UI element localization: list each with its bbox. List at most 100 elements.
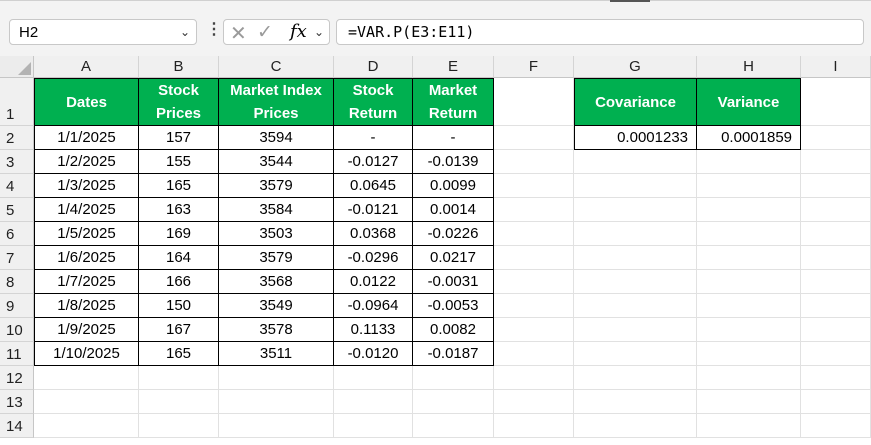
table-cell[interactable]: 1/8/2025 [34,294,139,318]
grid-cell[interactable] [697,294,801,318]
grid-cell[interactable] [801,198,871,222]
column-header-g[interactable]: G [574,56,697,78]
grid-cell[interactable] [494,222,574,246]
table-cell[interactable]: 165 [139,342,219,366]
row-header-14[interactable]: 14 [0,414,34,438]
row-header-3[interactable]: 3 [0,150,34,174]
grid-cell[interactable] [139,366,219,390]
table-cell[interactable]: 3544 [219,150,334,174]
table-cell[interactable]: 165 [139,174,219,198]
table-cell[interactable]: -0.0031 [413,270,494,294]
grid-cell[interactable] [574,342,697,366]
grid-cell[interactable] [574,174,697,198]
table-cell[interactable]: 0.0645 [334,174,413,198]
grid-cell[interactable] [139,414,219,438]
table-cell[interactable]: 166 [139,270,219,294]
grid-cell[interactable] [34,390,139,414]
table-cell[interactable]: 1/7/2025 [34,270,139,294]
table-cell[interactable]: 3594 [219,126,334,150]
table-cell[interactable]: 157 [139,126,219,150]
table-cell[interactable]: 3503 [219,222,334,246]
table-cell[interactable]: 169 [139,222,219,246]
grid-cell[interactable] [34,366,139,390]
table-header-e[interactable]: Market Return [413,78,494,126]
table-cell[interactable]: 3579 [219,174,334,198]
table-cell[interactable]: 0.0014 [413,198,494,222]
grid-cell[interactable] [413,366,494,390]
grid-cell[interactable] [801,390,871,414]
name-box[interactable]: H2 ⌄ [9,19,197,45]
table-cell[interactable]: 1/6/2025 [34,246,139,270]
grid-cell[interactable] [574,246,697,270]
row-header-5[interactable]: 5 [0,198,34,222]
grid-cell[interactable] [574,270,697,294]
grid-cell[interactable] [334,414,413,438]
table-cell[interactable]: 1/4/2025 [34,198,139,222]
table-cell[interactable]: -0.0139 [413,150,494,174]
grid-cell[interactable] [801,150,871,174]
grid-cell[interactable] [697,270,801,294]
table-cell[interactable]: 3578 [219,318,334,342]
grid-cell[interactable] [494,150,574,174]
table-cell[interactable]: 3579 [219,246,334,270]
grid-cell[interactable] [801,246,871,270]
table-cell[interactable]: 1/3/2025 [34,174,139,198]
grid-cell[interactable] [494,198,574,222]
grid-cell[interactable] [34,414,139,438]
grid-cell[interactable] [574,366,697,390]
column-header-e[interactable]: E [413,56,494,78]
grid-cell[interactable] [494,174,574,198]
table-cell[interactable]: - [413,126,494,150]
table-cell[interactable]: 3584 [219,198,334,222]
table-cell[interactable]: 3568 [219,270,334,294]
insert-function-icon[interactable]: fx [290,21,307,42]
grid-cell[interactable] [801,318,871,342]
grid-cell[interactable] [139,390,219,414]
table-cell[interactable]: -0.0226 [413,222,494,246]
grid-cell[interactable] [574,390,697,414]
grid-cell[interactable] [801,342,871,366]
grid-cell[interactable] [801,126,871,150]
row-header-1[interactable]: 1 [0,78,34,126]
grid-cell[interactable] [334,390,413,414]
chevron-down-icon[interactable]: ⌄ [180,25,190,39]
grid-cell[interactable] [494,78,574,126]
grid-cell[interactable] [494,294,574,318]
column-header-h[interactable]: H [697,56,801,78]
table-cell[interactable]: 163 [139,198,219,222]
table-cell[interactable]: -0.0187 [413,342,494,366]
grid-cell[interactable] [801,270,871,294]
row-header-2[interactable]: 2 [0,126,34,150]
column-header-i[interactable]: I [801,56,871,78]
grid-cell[interactable] [801,294,871,318]
column-header-f[interactable]: F [494,56,574,78]
table-cell[interactable]: - [334,126,413,150]
grid-cell[interactable] [494,390,574,414]
summary-header-variance[interactable]: Variance [697,78,801,126]
summary-value-variance[interactable]: 0.0001859 [697,126,801,150]
grid-cell[interactable] [494,414,574,438]
grid-cell[interactable] [697,198,801,222]
grid-cell[interactable] [574,150,697,174]
grid-cell[interactable] [574,198,697,222]
grid-cell[interactable] [219,390,334,414]
grid-cell[interactable] [494,342,574,366]
table-cell[interactable]: 150 [139,294,219,318]
row-header-12[interactable]: 12 [0,366,34,390]
grid-cell[interactable] [801,414,871,438]
check-icon[interactable]: ✓ [257,21,273,44]
summary-value-covariance[interactable]: 0.0001233 [574,126,697,150]
formula-input[interactable]: =VAR.P(E3:E11) [336,19,864,45]
table-cell[interactable]: 1/2/2025 [34,150,139,174]
grid-cell[interactable] [574,222,697,246]
grid-cell[interactable] [801,222,871,246]
grid-cell[interactable] [801,366,871,390]
grid-cell[interactable] [697,222,801,246]
more-options-icon[interactable]: ⋮ [206,22,222,38]
grid-cell[interactable] [494,246,574,270]
summary-header-covariance[interactable]: Covariance [574,78,697,126]
table-cell[interactable]: -0.0053 [413,294,494,318]
row-header-9[interactable]: 9 [0,294,34,318]
grid-cell[interactable] [413,414,494,438]
grid-cell[interactable] [494,318,574,342]
